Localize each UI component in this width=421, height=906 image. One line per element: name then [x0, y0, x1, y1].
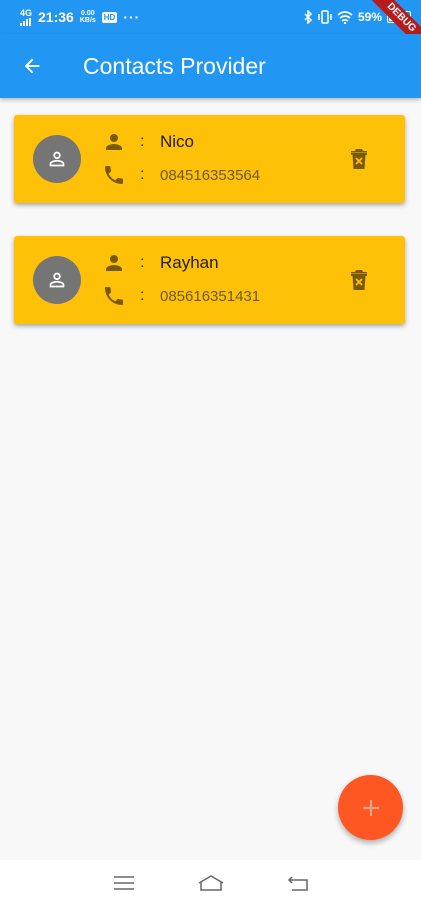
add-icon — [362, 799, 379, 816]
phone-icon — [102, 284, 126, 308]
page-title: Contacts Provider — [83, 52, 266, 79]
contact-card[interactable]: : Nico : 084516353564 — [14, 115, 405, 203]
contact-phone: 084516353564 — [160, 166, 261, 184]
person-outline-icon — [49, 272, 65, 288]
wifi-icon — [337, 10, 353, 24]
contact-phone: 085616351431 — [160, 287, 261, 305]
back-nav-button[interactable] — [283, 868, 313, 898]
home-button[interactable] — [196, 868, 226, 898]
contact-phone-row: : 084516353564 — [102, 163, 260, 187]
contact-card[interactable]: : Rayhan : 085616351431 — [14, 236, 405, 324]
battery-percent: 59% — [357, 10, 382, 24]
separator: : — [140, 254, 145, 271]
delete-button[interactable] — [349, 147, 369, 171]
back-button[interactable] — [0, 34, 64, 98]
contact-name-row: : Nico — [102, 130, 194, 154]
network-type: 4G — [20, 7, 33, 18]
delete-button[interactable] — [349, 268, 369, 292]
menu-button[interactable] — [109, 868, 139, 898]
delete-forever-icon — [351, 149, 367, 169]
person-icon — [102, 251, 126, 275]
app-bar: Contacts Provider — [0, 34, 421, 98]
menu-icon — [113, 876, 134, 890]
more-notifications-icon: ··· — [123, 9, 141, 25]
separator: : — [140, 287, 145, 304]
hd-icon: HD — [101, 11, 118, 23]
person-icon — [102, 130, 126, 154]
delete-forever-icon — [351, 270, 367, 290]
contact-name: Rayhan — [160, 253, 219, 272]
status-time: 21:36 — [38, 9, 74, 25]
contact-name-row: : Rayhan — [102, 251, 219, 275]
add-contact-button[interactable] — [338, 775, 403, 840]
arrow-back-icon — [24, 58, 40, 74]
contact-phone-row: : 085616351431 — [102, 284, 260, 308]
avatar — [33, 256, 81, 304]
signal-icon: 4G — [20, 7, 33, 26]
back-icon — [287, 876, 308, 891]
system-nav-bar — [0, 860, 421, 906]
bluetooth-icon — [304, 10, 313, 24]
phone-icon — [102, 163, 126, 187]
vibrate-icon — [318, 10, 332, 24]
home-icon — [198, 875, 223, 891]
separator: : — [140, 166, 145, 183]
status-bar: 4G 21:36 0.00 KB/s HD ··· 59% DEBUG — [0, 0, 421, 60]
network-speed: 0.00 KB/s — [79, 10, 96, 24]
separator: : — [140, 133, 145, 150]
person-outline-icon — [49, 151, 65, 167]
avatar — [33, 135, 81, 183]
contact-name: Nico — [160, 132, 195, 151]
